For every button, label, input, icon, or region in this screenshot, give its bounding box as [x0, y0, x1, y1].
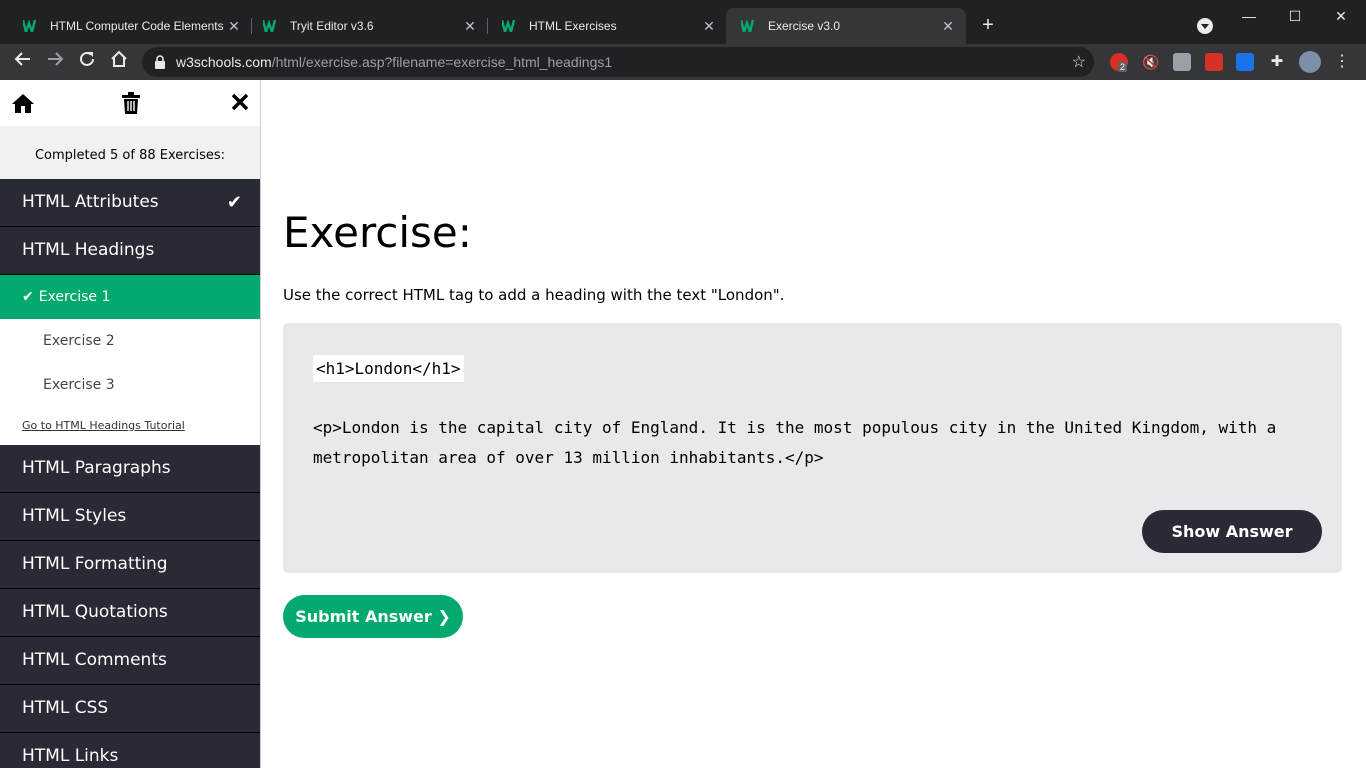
minimize-button[interactable]: — [1226, 6, 1272, 26]
sidebar-subitem-label: Exercise 2 [43, 333, 115, 349]
sidebar-item-label: HTML Headings [22, 240, 155, 260]
tab-search-icon[interactable] [1197, 18, 1213, 34]
new-tab-button[interactable]: + [976, 14, 1000, 38]
sidebar-subitem-exercise-1[interactable]: ✔ Exercise 1 [0, 275, 260, 319]
progress-text: Completed 5 of 88 Exercises: [0, 126, 260, 179]
mute-extension-icon[interactable]: 🔇 [1142, 53, 1160, 71]
url-host: w3schools.com [176, 54, 272, 70]
forward-icon[interactable] [43, 50, 67, 74]
exercise-instruction: Use the correct HTML tag to add a headin… [283, 286, 785, 304]
screenshot-extension-icon[interactable] [1173, 53, 1191, 71]
profile-avatar[interactable] [1299, 51, 1321, 73]
tab-exercise-v3[interactable]: Exercise v3.0 ✕ [726, 8, 966, 44]
show-answer-button[interactable]: Show Answer [1142, 510, 1322, 553]
sidebar-item-label: HTML Paragraphs [22, 458, 171, 478]
sidebar-subitem-exercise-2[interactable]: Exercise 2 [0, 319, 260, 363]
sidebar-item-label: HTML Links [22, 746, 119, 766]
sidebar-item-label: HTML Quotations [22, 602, 168, 622]
w3schools-favicon-icon [260, 18, 282, 34]
trash-icon[interactable] [119, 92, 143, 116]
tab-html-exercises[interactable]: HTML Exercises ✕ [487, 8, 727, 44]
tab-title: HTML Computer Code Elements [50, 19, 224, 33]
address-bar[interactable]: w3schools.com /html/exercise.asp?filenam… [142, 47, 1094, 77]
sidebar-item-html-comments[interactable]: HTML Comments [0, 637, 260, 685]
sidebar-item-html-headings[interactable]: HTML Headings [0, 227, 260, 275]
exercise-sidebar: Completed 5 of 88 Exercises: HTML Attrib… [0, 80, 261, 768]
tab-strip: HTML Computer Code Elements ✕ Tryit Edit… [0, 0, 1366, 44]
completed-check-icon: ✔ [226, 192, 242, 213]
sidebar-subitem-exercise-3[interactable]: Exercise 3 [0, 363, 260, 407]
sidebar-item-label: HTML Formatting [22, 554, 168, 574]
w3schools-favicon-icon [738, 18, 760, 34]
page-title: Exercise: [283, 208, 472, 257]
reload-icon[interactable] [75, 50, 99, 74]
sidebar-item-html-paragraphs[interactable]: HTML Paragraphs [0, 445, 260, 493]
page-content: Completed 5 of 88 Exercises: HTML Attrib… [0, 80, 1366, 768]
sidebar-item-html-links[interactable]: HTML Links [0, 733, 260, 768]
tutorial-link[interactable]: Go to HTML Headings Tutorial [22, 419, 185, 432]
maximize-button[interactable]: ☐ [1272, 6, 1318, 26]
sidebar-item-html-attributes[interactable]: HTML Attributes ✔ [0, 179, 260, 227]
check-icon: ✔ [22, 289, 34, 305]
extension-badge: 2 [1118, 62, 1128, 72]
sidebar-item-html-css[interactable]: HTML CSS [0, 685, 260, 733]
close-tab-icon[interactable]: ✕ [462, 18, 478, 34]
video-extension-icon[interactable] [1205, 53, 1223, 71]
adblock-extension-icon[interactable]: 2 [1110, 53, 1128, 72]
sidebar-item-label: HTML Attributes [22, 192, 159, 212]
code-editor-box: <h1>London</h1> <p>London is the capital… [283, 323, 1342, 573]
sidebar-item-label: HTML Comments [22, 650, 167, 670]
close-window-button[interactable]: ✕ [1318, 6, 1364, 26]
bookmark-star-icon[interactable]: ☆ [1072, 52, 1086, 72]
submit-answer-button[interactable]: Submit Answer ❯ [283, 595, 463, 638]
browser-toolbar: w3schools.com /html/exercise.asp?filenam… [0, 44, 1366, 80]
sidebar-item-label: HTML Styles [22, 506, 127, 526]
close-tab-icon[interactable]: ✕ [226, 18, 242, 34]
url-path: /html/exercise.asp?filename=exercise_htm… [271, 54, 613, 70]
menu-kebab-icon[interactable]: ⋮ [1334, 53, 1350, 71]
exercise-main: Exercise: Use the correct HTML tag to ad… [283, 80, 1343, 768]
close-icon[interactable] [228, 92, 252, 116]
tutorial-link-row: Go to HTML Headings Tutorial [0, 407, 260, 445]
w3schools-favicon-icon [20, 18, 42, 34]
tab-title: HTML Exercises [529, 19, 617, 33]
lock-icon [154, 55, 168, 69]
close-tab-icon[interactable]: ✕ [940, 18, 956, 34]
sidebar-item-html-formatting[interactable]: HTML Formatting [0, 541, 260, 589]
w3schools-favicon-icon [499, 18, 521, 34]
tab-tryit-editor[interactable]: Tryit Editor v3.6 ✕ [248, 8, 488, 44]
translate-extension-icon[interactable] [1236, 53, 1254, 71]
extensions-puzzle-icon[interactable]: ✚ [1268, 53, 1286, 71]
sidebar-item-html-styles[interactable]: HTML Styles [0, 493, 260, 541]
sidebar-toolbar [0, 80, 260, 126]
sidebar-subitem-label: Exercise 3 [43, 377, 115, 393]
answer-input[interactable]: <h1>London</h1> [313, 355, 464, 382]
home-icon[interactable] [11, 92, 35, 116]
close-tab-icon[interactable]: ✕ [701, 18, 717, 34]
tab-title: Tryit Editor v3.6 [290, 19, 374, 33]
home-icon[interactable] [107, 50, 131, 74]
sidebar-subitem-label: Exercise 1 [38, 289, 111, 305]
back-icon[interactable] [11, 50, 35, 74]
tab-title: Exercise v3.0 [768, 19, 841, 33]
sidebar-item-label: HTML CSS [22, 698, 109, 718]
tab-html-computer-code[interactable]: HTML Computer Code Elements ✕ [8, 8, 252, 44]
sidebar-item-html-quotations[interactable]: HTML Quotations [0, 589, 260, 637]
code-paragraph: <p>London is the capital city of England… [313, 418, 1277, 467]
